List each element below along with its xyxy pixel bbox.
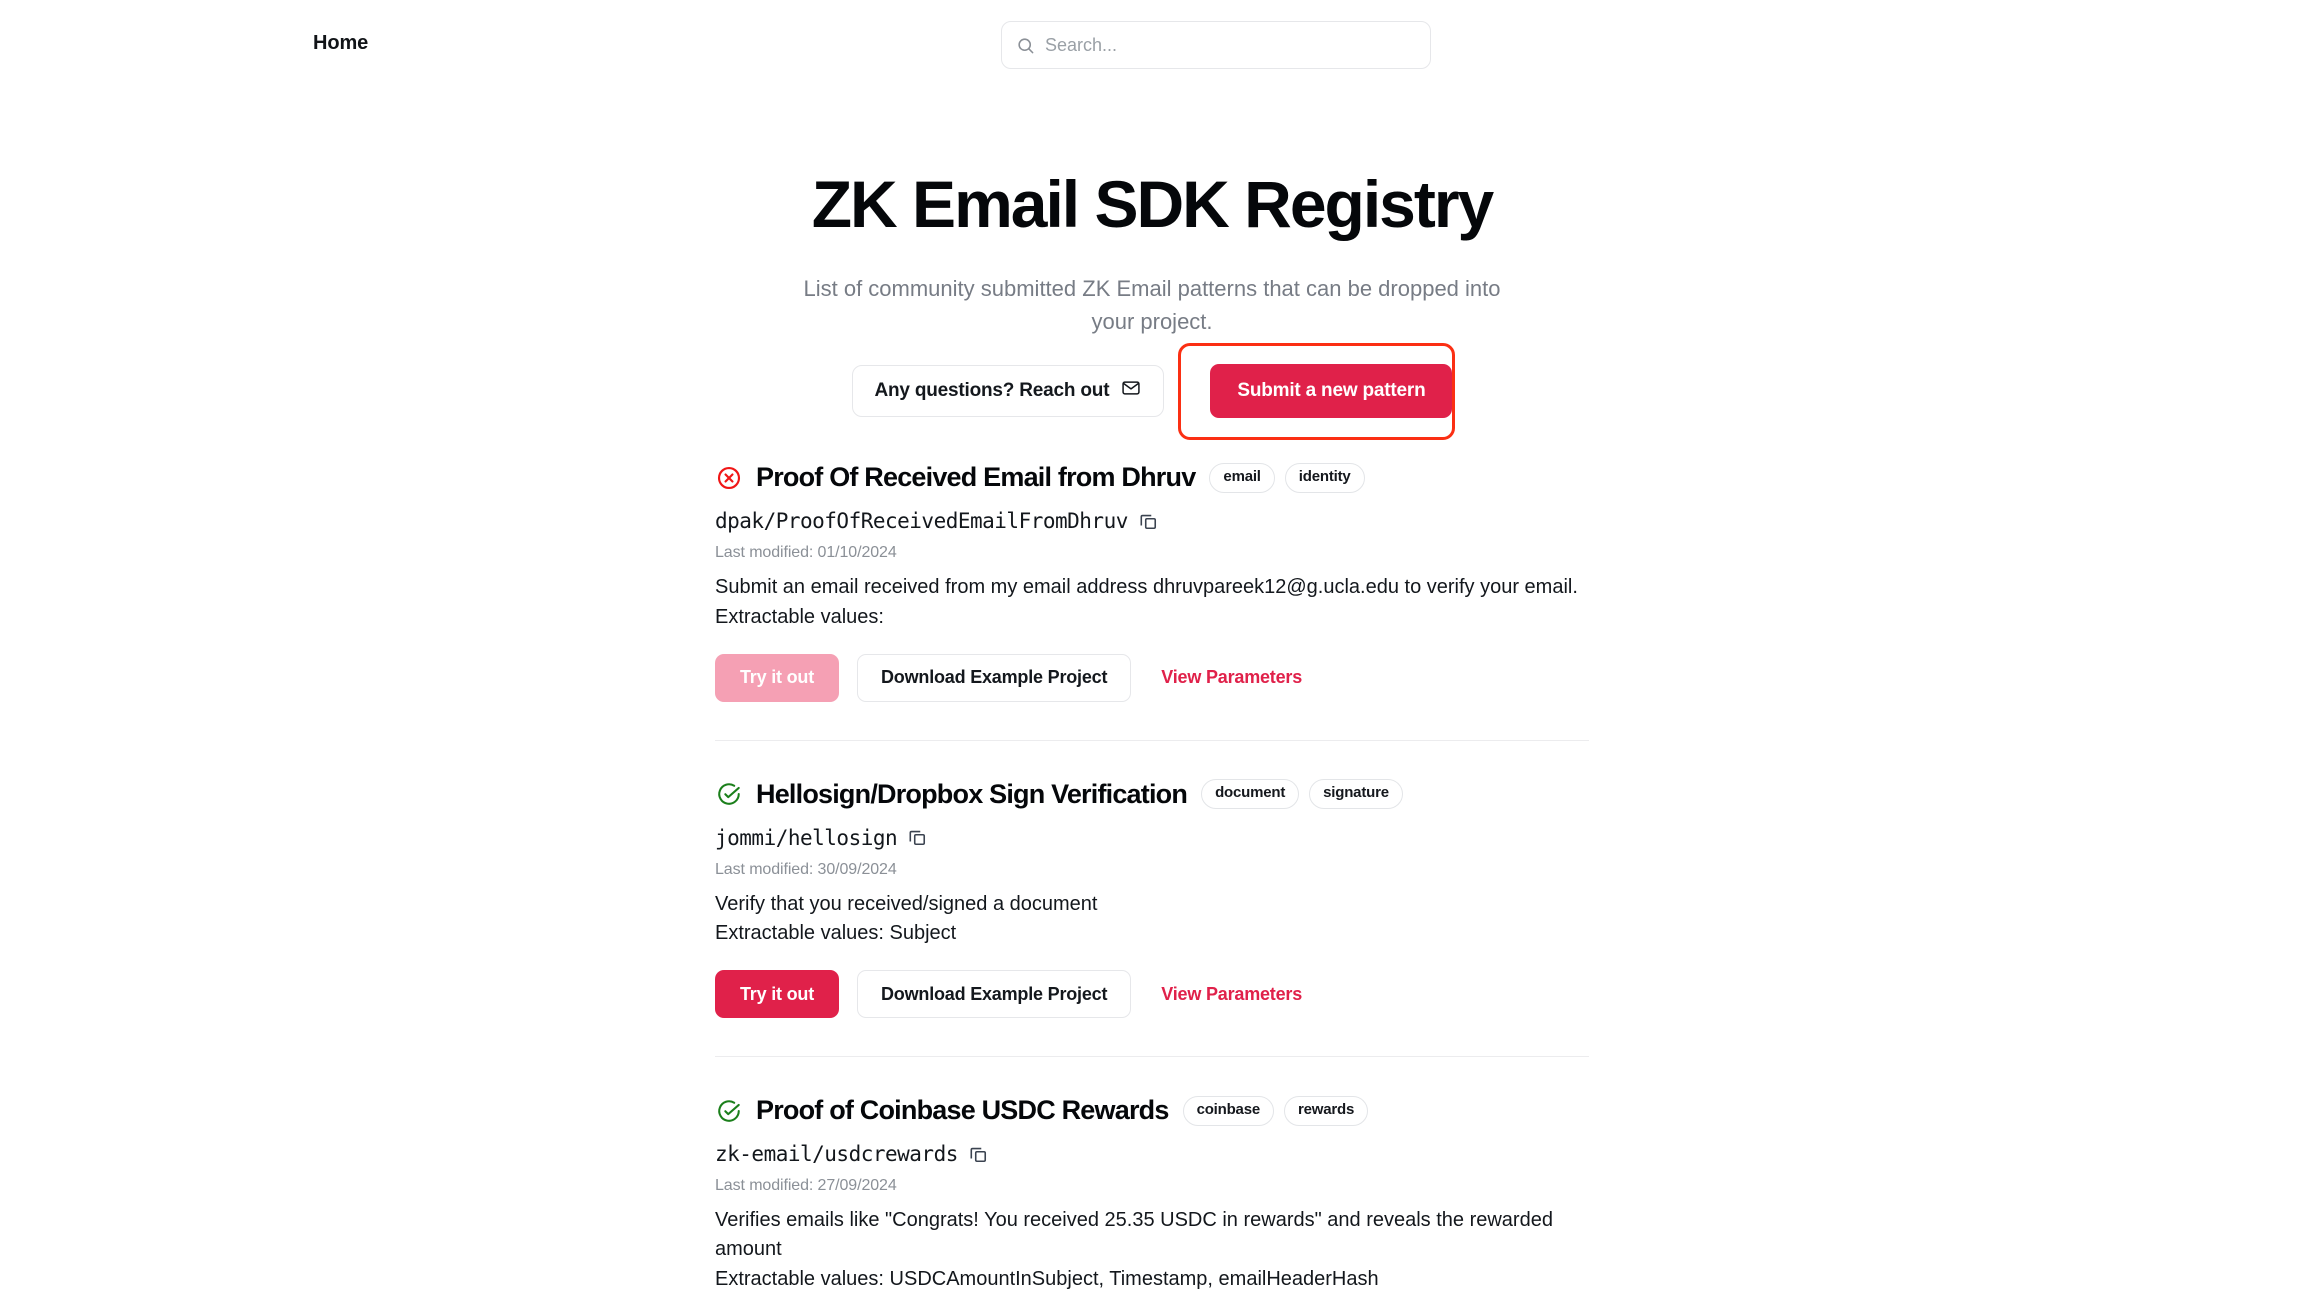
- copy-icon[interactable]: [969, 1145, 988, 1164]
- pattern-card-header: Hellosign/Dropbox Sign Verification docu…: [715, 779, 1589, 810]
- envelope-icon: [1121, 378, 1141, 404]
- pattern-card-header: Proof Of Received Email from Dhruv email…: [715, 462, 1589, 493]
- pattern-description-line: Submit an email received from my email a…: [715, 576, 1578, 599]
- pattern-description-line: Verifies emails like "Congrats! You rece…: [715, 1209, 1553, 1261]
- pattern-tag[interactable]: email: [1209, 463, 1275, 493]
- nav-link-home[interactable]: Home: [313, 32, 368, 55]
- view-parameters-link[interactable]: View Parameters: [1161, 667, 1302, 688]
- page-subtitle: List of community submitted ZK Email pat…: [803, 276, 1501, 334]
- circle-check-icon: [716, 1098, 742, 1124]
- pattern-description: Verifies emails like "Congrats! You rece…: [715, 1206, 1589, 1294]
- pattern-description-line: Extractable values: USDCAmountInSubject,…: [715, 1267, 1379, 1290]
- pattern-description: Submit an email received from my email a…: [715, 573, 1589, 631]
- pattern-tags: coinbase rewards: [1182, 1095, 1369, 1126]
- search-input[interactable]: [1045, 34, 1416, 56]
- pattern-slug-row: zk-email/usdcrewards: [715, 1142, 1589, 1166]
- pattern-slug: dpak/ProofOfReceivedEmailFromDhruv: [715, 509, 1128, 534]
- search-icon: [1016, 36, 1035, 55]
- pattern-card: Proof Of Received Email from Dhruv email…: [715, 462, 1589, 703]
- copy-icon[interactable]: [908, 828, 927, 847]
- pattern-last-modified: Last modified: 30/09/2024: [715, 860, 897, 878]
- download-example-project-button[interactable]: Download Example Project: [857, 970, 1132, 1019]
- try-it-out-button[interactable]: Try it out: [715, 653, 839, 702]
- pattern-description-line: Extractable values: Subject: [715, 921, 957, 944]
- pattern-slug: jommi/hellosign: [715, 825, 898, 850]
- pattern-tag[interactable]: signature: [1309, 779, 1403, 810]
- circle-x-icon: [716, 465, 742, 491]
- hero-section: ZK Email SDK Registry List of community …: [0, 167, 2304, 441]
- pattern-description-line: Extractable values:: [715, 605, 884, 628]
- page-title: ZK Email SDK Registry: [811, 167, 1495, 241]
- pattern-description: Verify that you received/signed a docume…: [715, 890, 1589, 948]
- pattern-slug-row: jommi/hellosign: [715, 826, 1589, 850]
- pattern-actions: Try it out Download Example Project View…: [715, 970, 1589, 1019]
- pattern-tag[interactable]: rewards: [1284, 1095, 1369, 1126]
- copy-icon[interactable]: [1139, 512, 1158, 531]
- circle-check-icon: [716, 781, 742, 807]
- submit-new-pattern-button[interactable]: Submit a new pattern: [1210, 364, 1453, 419]
- pattern-description-line: Verify that you received/signed a docume…: [715, 892, 1098, 915]
- pattern-slug-row: dpak/ProofOfReceivedEmailFromDhruv: [715, 509, 1589, 533]
- pattern-slug: zk-email/usdcrewards: [715, 1142, 958, 1167]
- pattern-last-modified: Last modified: 27/09/2024: [715, 1177, 897, 1195]
- contact-button-label: Any questions? Reach out: [874, 380, 1110, 402]
- pattern-list: Proof Of Received Email from Dhruv email…: [715, 462, 1589, 1314]
- pattern-actions: Try it out Download Example Project View…: [715, 653, 1589, 702]
- pattern-tag[interactable]: document: [1201, 779, 1300, 810]
- try-it-out-button[interactable]: Try it out: [715, 970, 839, 1019]
- top-navigation-bar: Home: [0, 0, 2304, 94]
- pattern-card: Proof of Coinbase USDC Rewards coinbase …: [715, 1057, 1589, 1314]
- pattern-card: Hellosign/Dropbox Sign Verification docu…: [715, 741, 1589, 1020]
- search-box[interactable]: [1001, 21, 1431, 69]
- pattern-last-modified: Last modified: 01/10/2024: [715, 544, 897, 562]
- pattern-tags: email identity: [1209, 463, 1365, 493]
- cta-row: Any questions? Reach out Submit a new pa…: [0, 343, 2304, 441]
- view-parameters-link[interactable]: View Parameters: [1161, 984, 1302, 1005]
- pattern-title: Hellosign/Dropbox Sign Verification: [756, 778, 1188, 809]
- contact-button[interactable]: Any questions? Reach out: [851, 365, 1165, 418]
- pattern-card-header: Proof of Coinbase USDC Rewards coinbase …: [715, 1095, 1589, 1126]
- pattern-tag[interactable]: identity: [1284, 463, 1365, 493]
- pattern-title: Proof of Coinbase USDC Rewards: [756, 1095, 1169, 1126]
- pattern-tag[interactable]: coinbase: [1182, 1095, 1274, 1126]
- pattern-tags: document signature: [1201, 779, 1403, 810]
- pattern-title: Proof Of Received Email from Dhruv: [756, 462, 1196, 493]
- download-example-project-button[interactable]: Download Example Project: [857, 653, 1132, 702]
